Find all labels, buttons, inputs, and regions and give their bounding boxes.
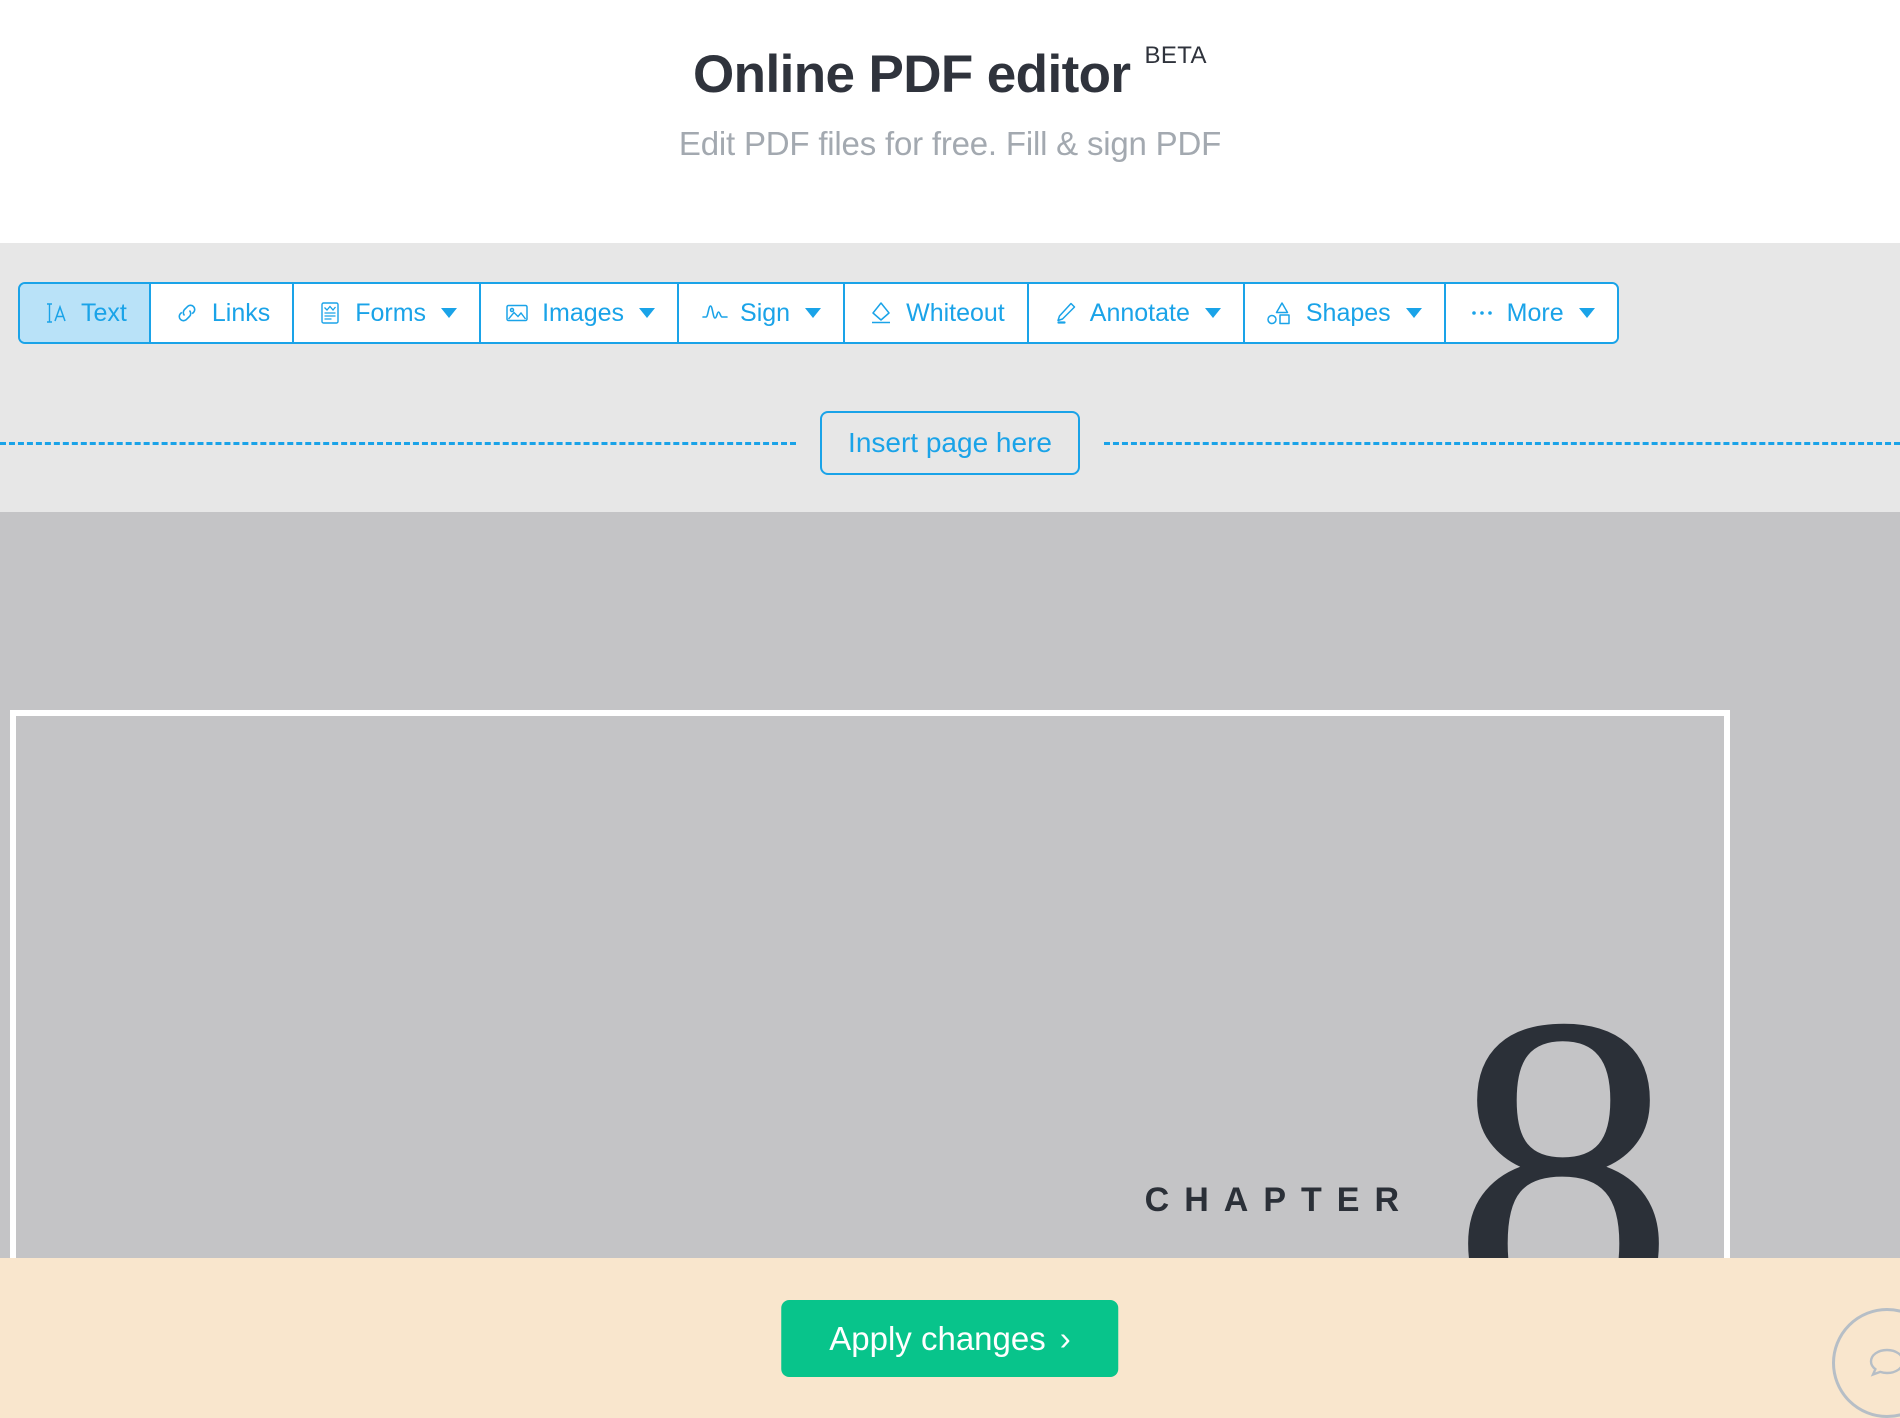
- highlighter-icon: [1051, 299, 1079, 327]
- chevron-down-icon: [441, 308, 458, 318]
- text-cursor-icon: [42, 299, 70, 327]
- toolbar-label-annotate: Annotate: [1089, 298, 1190, 327]
- toolbar-label-images: Images: [542, 298, 625, 327]
- toolbar-button-annotate[interactable]: Annotate: [1028, 284, 1245, 342]
- chevron-down-icon: [639, 308, 656, 318]
- form-icon: [316, 299, 344, 327]
- insert-page-row: Insert page here: [0, 408, 1900, 478]
- title-row: Online PDF editor BETA: [693, 42, 1207, 104]
- apply-changes-label: Apply changes: [829, 1320, 1046, 1357]
- chat-support-button[interactable]: [1832, 1308, 1900, 1418]
- toolbar-button-text[interactable]: Text: [20, 284, 151, 342]
- pdf-editor-app: Online PDF editor BETA Edit PDF files fo…: [0, 0, 1900, 1418]
- toolbar-button-sign[interactable]: Sign: [679, 284, 846, 342]
- page-header: Online PDF editor BETA Edit PDF files fo…: [0, 0, 1900, 243]
- link-icon: [173, 299, 201, 327]
- chevron-down-icon: [1578, 308, 1595, 318]
- footer-bar: Apply changes ›: [0, 1258, 1900, 1418]
- toolbar-button-images[interactable]: Images: [481, 284, 680, 342]
- page-subtitle: Edit PDF files for free. Fill & sign PDF: [678, 125, 1222, 162]
- chevron-right-icon: ›: [1059, 1320, 1071, 1357]
- chapter-number: 8: [1451, 923, 1676, 1258]
- shapes-icon: [1267, 299, 1295, 327]
- pdf-page-content: CHAPTER 8: [16, 716, 1736, 1258]
- toolbar-button-shapes[interactable]: Shapes: [1244, 284, 1446, 342]
- eraser-icon: [867, 299, 895, 327]
- signature-icon: [701, 299, 729, 327]
- ellipsis-icon: [1468, 299, 1496, 327]
- chapter-label: CHAPTER: [1144, 1181, 1414, 1219]
- toolbar-label-forms: Forms: [355, 298, 427, 327]
- chevron-down-icon: [805, 308, 822, 318]
- toolbar-label-whiteout: Whiteout: [906, 298, 1005, 327]
- chat-bubble-icon: [1869, 1348, 1900, 1377]
- toolbar-label-sign: Sign: [740, 298, 791, 327]
- toolbar-zone: Text Links Forms Images Sign Whiteout An…: [0, 243, 1900, 512]
- editor-toolbar: Text Links Forms Images Sign Whiteout An…: [18, 282, 1619, 344]
- toolbar-label-shapes: Shapes: [1305, 298, 1391, 327]
- chevron-down-icon: [1204, 308, 1221, 318]
- pdf-canvas-area[interactable]: CHAPTER 8: [0, 512, 1900, 1258]
- toolbar-label-more: More: [1506, 298, 1564, 327]
- pdf-page-border: CHAPTER 8: [10, 710, 1730, 1258]
- apply-changes-button[interactable]: Apply changes ›: [781, 1300, 1119, 1377]
- beta-badge: BETA: [1144, 42, 1207, 69]
- toolbar-button-more[interactable]: More: [1445, 284, 1617, 342]
- chevron-down-icon: [1405, 308, 1422, 318]
- insert-divider-right: [1103, 441, 1900, 445]
- toolbar-button-links[interactable]: Links: [150, 284, 295, 342]
- insert-divider-left: [0, 441, 797, 445]
- insert-page-button[interactable]: Insert page here: [820, 411, 1080, 475]
- image-icon: [503, 299, 531, 327]
- toolbar-button-whiteout[interactable]: Whiteout: [845, 284, 1029, 342]
- toolbar-button-forms[interactable]: Forms: [294, 284, 482, 342]
- page-title: Online PDF editor: [693, 45, 1131, 104]
- toolbar-label-links: Links: [211, 298, 271, 327]
- toolbar-label-text: Text: [81, 298, 127, 327]
